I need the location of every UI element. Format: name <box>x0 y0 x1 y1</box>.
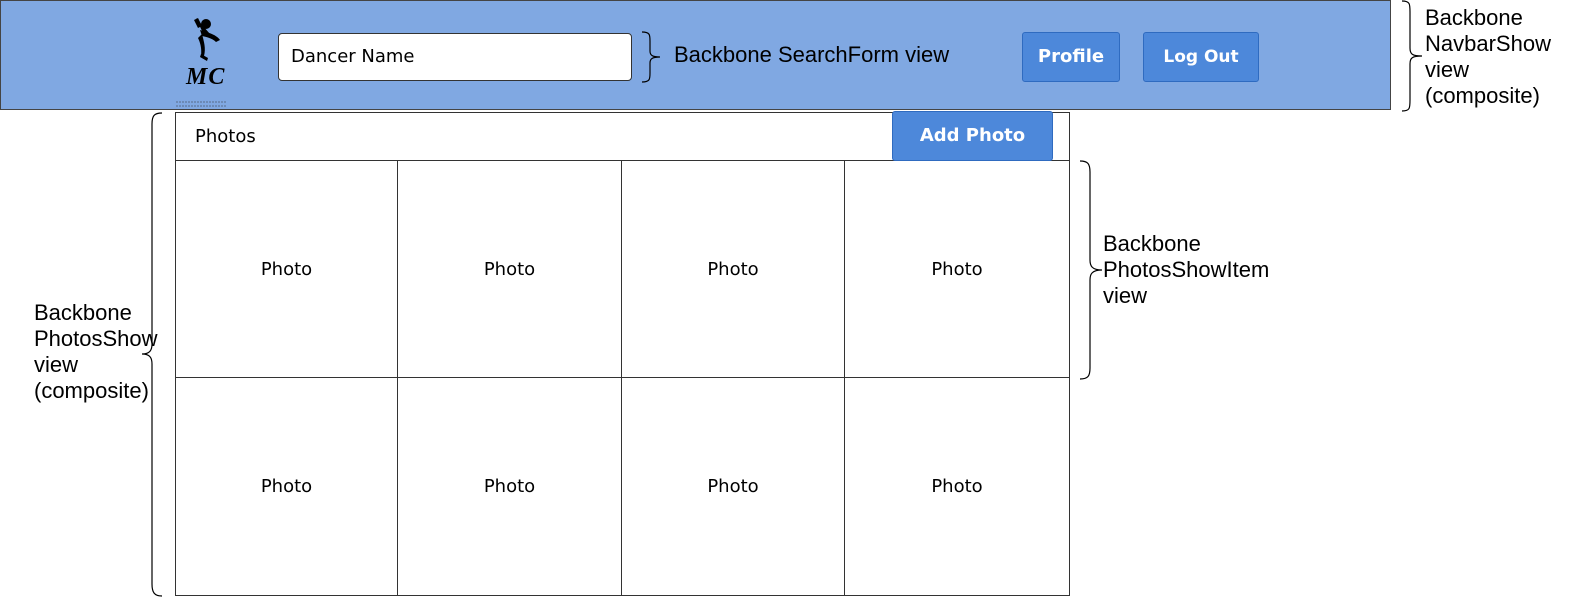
photo-item[interactable]: Photo <box>845 161 1069 378</box>
photo-item[interactable]: Photo <box>176 161 398 378</box>
logo[interactable]: MC <box>176 14 228 110</box>
annotation-line: PhotosShow <box>34 326 158 351</box>
logo-text: MC <box>186 64 226 90</box>
annotation-line: view <box>34 352 79 377</box>
annotation-line: view <box>1425 57 1470 82</box>
logout-button[interactable]: Log Out <box>1143 32 1259 82</box>
searchform-annotation: Backbone SearchForm view <box>674 42 950 67</box>
annotation-line: PhotosShowItem <box>1103 257 1270 282</box>
annotation-line: (composite) <box>34 378 149 403</box>
breakdancer-logo-icon <box>194 18 220 61</box>
photo-item[interactable]: Photo <box>398 161 622 378</box>
photo-item[interactable]: Photo <box>845 378 1069 595</box>
annotation-line: NavbarShow <box>1425 31 1551 56</box>
search-form-brace <box>641 31 661 83</box>
profile-button[interactable]: Profile <box>1022 32 1120 82</box>
photosshow-annotation: Backbone PhotosShow view (composite) <box>34 300 174 404</box>
navbarshow-annotation: Backbone NavbarShow view (composite) <box>1425 5 1595 109</box>
search-input[interactable]: Dancer Name <box>278 33 632 81</box>
annotation-line: Backbone <box>1425 5 1523 30</box>
annotation-line: Backbone <box>1103 231 1201 256</box>
photo-item[interactable]: Photo <box>622 378 845 595</box>
logo-tagline-decoration <box>176 101 226 107</box>
annotation-line: view <box>1103 283 1148 308</box>
annotation-line: Backbone <box>34 300 132 325</box>
photo-item[interactable]: Photo <box>398 378 622 595</box>
navbar-brace <box>1401 0 1423 112</box>
photos-show-item-brace <box>1079 160 1103 380</box>
annotation-line: (composite) <box>1425 83 1540 108</box>
photo-grid: Photo Photo Photo Photo Photo Photo Phot… <box>176 161 1069 595</box>
photo-item[interactable]: Photo <box>176 378 398 595</box>
add-photo-button[interactable]: Add Photo <box>892 111 1053 161</box>
photosshowitem-annotation: Backbone PhotosShowItem view <box>1103 231 1303 309</box>
photos-panel: Photos Photo Photo Photo Photo Photo Pho… <box>175 112 1070 596</box>
photo-item[interactable]: Photo <box>622 161 845 378</box>
photos-title: Photos <box>195 126 256 147</box>
